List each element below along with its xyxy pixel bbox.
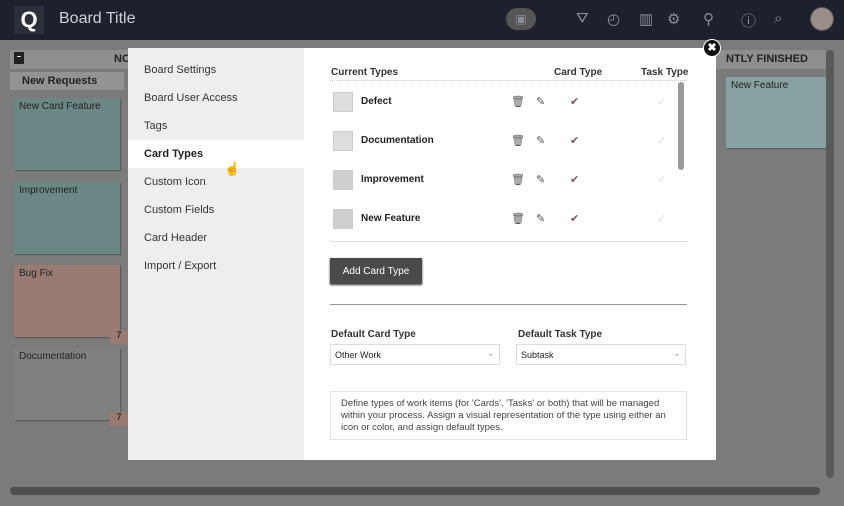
top-bar: Q Board Title ▣ ⛛ ◴ ▥ ⚙ ⚲ ⓘ ⌕	[0, 0, 844, 40]
card-type-check-icon[interactable]: ✔	[570, 95, 579, 108]
card[interactable]: Bug Fix	[14, 265, 120, 337]
nav-board-settings[interactable]: Board Settings	[128, 56, 304, 84]
nav-card-header[interactable]: Card Header	[128, 224, 304, 252]
logo-icon[interactable]: Q	[14, 6, 44, 34]
card[interactable]: Documentation	[14, 348, 120, 420]
gear-icon[interactable]: ⚙	[667, 10, 680, 28]
task-type-check-icon[interactable]: ✓	[657, 134, 666, 147]
type-row: Documentation 🗑 ✎ ✔ ✓	[330, 131, 666, 170]
card[interactable]: New Feature	[726, 77, 826, 148]
search-icon[interactable]: ⌕	[774, 10, 782, 27]
type-name: Documentation	[361, 135, 434, 146]
edit-icon[interactable]: ✎	[536, 95, 545, 108]
default-task-type-label: Default Task Type	[518, 329, 603, 340]
type-name: New Feature	[361, 213, 421, 224]
nav-custom-icon[interactable]: Custom Icon	[128, 168, 304, 196]
divider	[330, 241, 687, 242]
task-type-check-icon[interactable]: ✓	[657, 212, 666, 225]
nav-import-export[interactable]: Import / Export	[128, 252, 304, 280]
filter-icon[interactable]: ⛛	[576, 10, 589, 27]
lane-title-right: NTLY FINISHED	[726, 53, 808, 65]
default-card-type-select[interactable]: Other Work ⌄	[330, 344, 500, 365]
default-task-type-select[interactable]: Subtask ⌄	[516, 344, 686, 365]
type-swatch[interactable]	[333, 170, 353, 190]
card-type-check-icon[interactable]: ✔	[570, 173, 579, 186]
type-swatch[interactable]	[333, 209, 353, 229]
settings-nav: Board Settings Board User Access Tags Ca…	[128, 48, 304, 460]
nav-board-user-access[interactable]: Board User Access	[128, 84, 304, 112]
card-title: New Feature	[731, 80, 789, 91]
select-value: Subtask	[521, 350, 554, 360]
pointer-cursor-icon: ☝	[224, 161, 241, 176]
edit-icon[interactable]: ✎	[536, 134, 545, 147]
divider	[330, 304, 687, 305]
type-row: Defect 🗑 ✎ ✔ ✓	[330, 92, 666, 131]
type-name: Defect	[361, 96, 392, 107]
type-swatch[interactable]	[333, 92, 353, 112]
board-settings-icon[interactable]: ▣	[506, 8, 536, 30]
header-task-type: Task Type	[641, 67, 689, 78]
add-card-type-button[interactable]: Add Card Type	[330, 258, 422, 284]
column-header: New Requests	[10, 72, 124, 90]
collapse-icon[interactable]: –	[14, 52, 24, 64]
type-swatch[interactable]	[333, 131, 353, 151]
vertical-scrollbar[interactable]	[826, 50, 834, 478]
add-user-icon[interactable]: ⚲	[703, 10, 714, 28]
edit-icon[interactable]: ✎	[536, 212, 545, 225]
trash-icon[interactable]: 🗑	[511, 173, 525, 186]
help-text: Define types of work items (for 'Cards',…	[330, 391, 687, 440]
header-card-type: Card Type	[554, 67, 603, 78]
board-title: Board Title	[59, 10, 136, 27]
divider	[330, 80, 687, 81]
settings-modal: Board Settings Board User Access Tags Ca…	[128, 48, 716, 460]
card-title: Bug Fix	[19, 268, 53, 279]
calendar-icon: 7	[110, 330, 128, 344]
avatar[interactable]	[810, 7, 834, 31]
chart-icon[interactable]: ▥	[639, 10, 653, 28]
edit-icon[interactable]: ✎	[536, 173, 545, 186]
nav-custom-fields[interactable]: Custom Fields	[128, 196, 304, 224]
trash-icon[interactable]: 🗑	[511, 134, 525, 147]
card-type-check-icon[interactable]: ✔	[570, 212, 579, 225]
nav-card-types[interactable]: Card Types	[128, 140, 304, 168]
default-card-type-label: Default Card Type	[331, 329, 416, 340]
type-row: Improvement 🗑 ✎ ✔ ✓	[330, 170, 666, 209]
trash-icon[interactable]: 🗑	[511, 95, 525, 108]
card-types-panel: Current Types Card Type Task Type Defect…	[304, 48, 716, 460]
chevron-down-icon: ⌄	[486, 348, 495, 359]
type-row: New Feature 🗑 ✎ ✔ ✓	[330, 209, 666, 248]
card-title: New Card Feature	[19, 101, 101, 112]
header-current-types: Current Types	[331, 67, 399, 78]
task-type-check-icon[interactable]: ✓	[657, 173, 666, 186]
type-name: Improvement	[361, 174, 424, 185]
trash-icon[interactable]: 🗑	[511, 212, 525, 225]
list-scrollbar[interactable]	[678, 82, 684, 170]
column-title: New Requests	[22, 75, 98, 87]
card-title: Documentation	[19, 351, 87, 362]
info-icon[interactable]: ⓘ	[741, 10, 756, 31]
task-type-check-icon[interactable]: ✓	[657, 95, 666, 108]
card-type-check-icon[interactable]: ✔	[570, 134, 579, 147]
timeline-icon[interactable]: ◴	[607, 10, 620, 28]
horizontal-scrollbar[interactable]	[10, 487, 820, 495]
select-value: Other Work	[335, 350, 381, 360]
calendar-icon: 7	[110, 412, 128, 426]
card[interactable]: New Card Feature	[14, 98, 120, 170]
chevron-down-icon: ⌄	[672, 348, 681, 359]
close-modal-button[interactable]: ✖	[703, 39, 721, 57]
nav-tags[interactable]: Tags	[128, 112, 304, 140]
card[interactable]: Improvement	[14, 182, 120, 254]
card-title: Improvement	[19, 185, 78, 196]
